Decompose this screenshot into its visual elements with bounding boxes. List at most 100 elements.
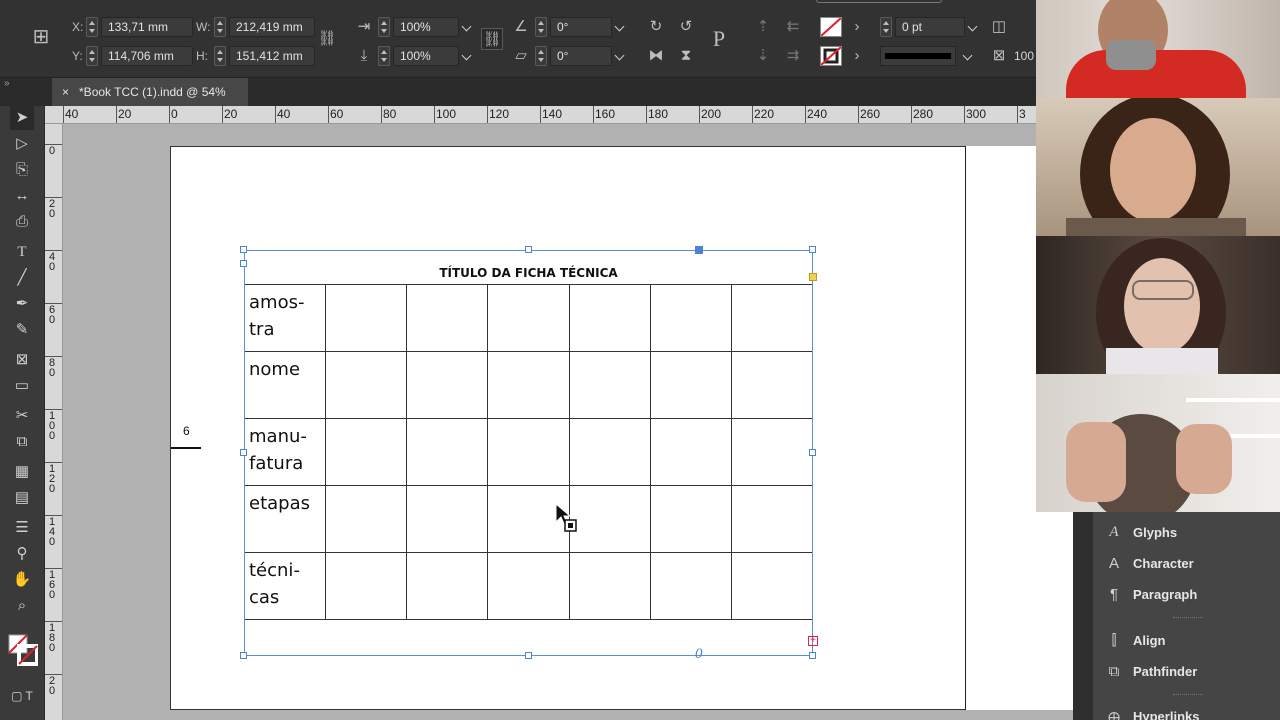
stroke-type-select[interactable] <box>880 46 956 66</box>
flip-horizontal-icon[interactable]: ⧓ <box>645 45 667 67</box>
select-previous-icon[interactable]: ⇇ <box>782 16 804 38</box>
resize-handle[interactable] <box>525 652 532 659</box>
free-transform-tool-icon[interactable]: ⧉ <box>10 430 34 454</box>
document-tab[interactable]: × *Book TCC (1).indd @ 54% <box>52 78 248 106</box>
stroke-weight-field[interactable]: 0 pt <box>880 16 981 38</box>
overset-text-icon[interactable]: + <box>808 636 818 646</box>
chevron-right-icon[interactable]: › <box>846 16 868 38</box>
scale-x-field[interactable]: 100% <box>378 16 475 38</box>
eyedropper-tool-icon[interactable]: ⚲ <box>10 542 34 566</box>
content-collector-icon[interactable]: ⎙ <box>10 210 34 234</box>
height-field[interactable]: H: 151,412 mm <box>196 45 315 67</box>
width-field[interactable]: W: 212,419 mm <box>196 16 315 38</box>
flip-vertical-icon[interactable]: ⧗ <box>675 45 697 67</box>
ruler-tick-label: 20 <box>224 107 238 121</box>
resize-handle[interactable] <box>809 652 816 659</box>
chevron-down-icon[interactable] <box>616 52 628 60</box>
fill-stroke-swatch-icon[interactable] <box>8 634 39 666</box>
ruler-tick-label: 0 <box>49 145 56 157</box>
resize-handle[interactable] <box>240 246 247 253</box>
rectangle-tool-icon[interactable]: ▭ <box>10 374 34 398</box>
chevron-down-icon[interactable] <box>964 52 976 60</box>
text-wrap-icon[interactable]: ◫ <box>988 16 1010 38</box>
height-stepper[interactable] <box>214 46 226 66</box>
panel-group-grip[interactable] <box>1173 694 1203 697</box>
y-field[interactable]: Y: 114,706 mm <box>72 45 193 67</box>
width-stepper[interactable] <box>214 17 226 37</box>
scissors-tool-icon[interactable]: ✂ <box>10 404 34 428</box>
shear-field[interactable]: 0° <box>535 45 628 67</box>
x-field[interactable]: X: 133,71 mm <box>72 16 193 38</box>
pencil-tool-icon[interactable]: ✎ <box>10 318 34 342</box>
ruler-tick <box>540 106 541 123</box>
resize-handle[interactable] <box>809 246 816 253</box>
ruler-tick <box>699 106 700 123</box>
ruler-tick <box>45 409 62 410</box>
panel-hyperlinks[interactable]: 🜨 Hyperlinks <box>1105 705 1200 720</box>
rotate-clockwise-icon[interactable]: ↻ <box>645 16 667 38</box>
gradient-swatch-tool-icon[interactable]: ▦ <box>10 460 34 484</box>
select-next-icon[interactable]: ⇉ <box>782 45 804 67</box>
selection-tool-icon[interactable]: ➤ <box>10 106 34 130</box>
gap-tool-icon[interactable]: ↔ <box>10 184 34 208</box>
chevron-down-icon[interactable] <box>463 23 475 31</box>
select-container-icon[interactable]: ⇡ <box>752 16 774 38</box>
close-tab-icon[interactable]: × <box>62 85 69 99</box>
reference-p-icon[interactable]: P <box>708 28 730 50</box>
type-tool-icon[interactable]: T <box>10 240 34 264</box>
x-stepper[interactable] <box>86 17 98 37</box>
panel-align[interactable]: ⫿ Align <box>1105 629 1166 651</box>
fill-none-swatch[interactable] <box>820 17 842 37</box>
formatting-affects-icon[interactable]: ▢ T <box>10 684 34 708</box>
text-frame-selection[interactable] <box>244 250 813 656</box>
content-grabber-marker[interactable]: 0 <box>695 646 703 663</box>
zoom-tool-icon[interactable]: ⌕ <box>10 594 34 618</box>
direct-selection-tool-icon[interactable]: ▷ <box>10 132 34 156</box>
select-content-icon[interactable]: ⇣ <box>752 45 774 67</box>
horizontal-ruler[interactable]: 40 20 0 20 40 60 80 100 120 140 160 180 200 220 240 260… <box>45 106 1040 124</box>
video-participant-4 <box>1036 374 1280 512</box>
line-tool-icon[interactable]: ╱ <box>10 266 34 290</box>
panel-pathfinder[interactable]: ⧉ Pathfinder <box>1105 660 1198 682</box>
fitting-icon[interactable]: ⊠ <box>988 45 1010 67</box>
chevron-down-icon[interactable] <box>616 23 628 31</box>
hand-tool-icon[interactable]: ✋ <box>10 568 34 592</box>
link-scale-icon[interactable]: ⛓ <box>481 28 503 50</box>
live-corner-handle[interactable] <box>809 273 817 281</box>
rotate-field[interactable]: 0° <box>535 16 628 38</box>
resize-handle[interactable] <box>809 449 816 456</box>
ruler-tick <box>116 106 117 123</box>
note-tool-icon[interactable]: ☰ <box>10 516 34 540</box>
chevron-right-icon[interactable]: › <box>846 45 868 67</box>
resize-handle[interactable] <box>240 652 247 659</box>
collapse-toolbar-icon[interactable]: » <box>4 78 10 89</box>
chevron-down-icon[interactable] <box>969 23 981 31</box>
chevron-down-icon[interactable] <box>463 52 475 60</box>
pen-tool-icon[interactable]: ✒ <box>10 292 34 316</box>
resize-handle[interactable] <box>240 449 247 456</box>
rectangle-frame-tool-icon[interactable]: ⊠ <box>10 348 34 372</box>
ruler-tick-label: 40 <box>277 107 291 121</box>
scale-y-field[interactable]: 100% <box>378 45 475 67</box>
corner-options-handle[interactable] <box>695 246 703 254</box>
panel-character[interactable]: A Character <box>1105 552 1194 574</box>
panel-group-grip[interactable] <box>1173 617 1203 620</box>
vertical-ruler[interactable]: 0 2 0 4 0 6 0 8 0 1 0 0 1 2 0 1 4 0 1 6 0 1 8 0 2 … <box>45 124 63 720</box>
panel-paragraph[interactable]: ¶ Paragraph <box>1105 583 1197 605</box>
ruler-tick-label: 1 8 0 <box>49 622 56 654</box>
pasteboard[interactable]: 6 TÍTULO DA FICHA TÉCNICA amos- tra nome m… <box>63 124 1073 720</box>
page-tool-icon[interactable]: ⎘ <box>10 158 34 182</box>
panel-glyphs[interactable]: A Glyphs <box>1105 521 1177 543</box>
stroke-none-swatch[interactable] <box>820 46 842 66</box>
in-port-handle[interactable] <box>240 260 247 267</box>
constrain-proportions-icon[interactable]: ⛓ <box>316 28 338 50</box>
opacity-value[interactable]: 100 <box>1014 49 1034 63</box>
ruler-tick-label: 0 <box>171 107 178 121</box>
resize-handle[interactable] <box>525 246 532 253</box>
reference-point-icon[interactable]: ⊞ <box>30 26 52 48</box>
rotate-counterclockwise-icon[interactable]: ↺ <box>675 16 697 38</box>
y-stepper[interactable] <box>86 46 98 66</box>
gradient-feather-tool-icon[interactable]: ▤ <box>10 486 34 510</box>
ruler-tick-label: 1 4 0 <box>49 516 56 548</box>
page-number: 6 <box>183 424 190 438</box>
